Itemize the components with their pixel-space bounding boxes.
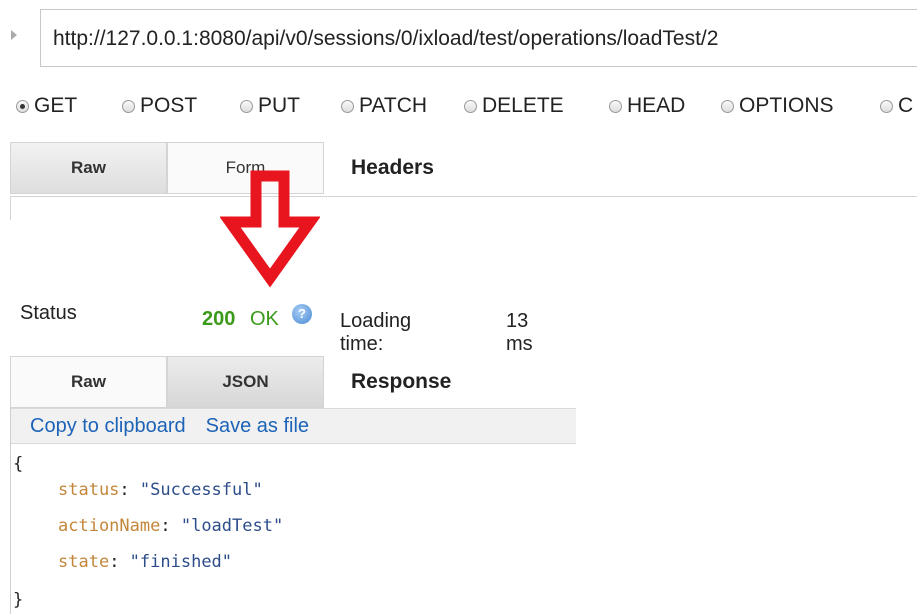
method-connect[interactable]: C	[880, 90, 913, 122]
radio-patch[interactable]	[341, 99, 354, 113]
headers-label: Headers	[351, 156, 434, 179]
copy-to-clipboard-link[interactable]: Copy to clipboard	[30, 415, 186, 438]
json-close-brace: }	[13, 590, 24, 610]
status-label: Status	[20, 302, 77, 324]
response-panel: Copy to clipboard Save as file { status:…	[10, 408, 576, 614]
response-tabbar: Raw JSON Response	[10, 356, 451, 408]
json-field: status: "Successful"	[58, 480, 263, 500]
save-as-file-link[interactable]: Save as file	[206, 415, 309, 438]
method-connect-label: C	[898, 94, 914, 117]
method-head-label: HEAD	[627, 94, 686, 117]
headers-panel[interactable]	[10, 196, 917, 220]
loading-time-label: Loading time:	[340, 310, 412, 355]
method-options-label: OPTIONS	[739, 94, 834, 117]
method-get-label: GET	[34, 94, 78, 117]
method-head[interactable]: HEAD	[609, 90, 685, 122]
radio-head[interactable]	[609, 99, 622, 113]
status-code: 200	[202, 308, 236, 330]
method-delete[interactable]: DELETE	[464, 90, 564, 122]
json-value: "Successful"	[139, 480, 263, 500]
method-put-label: PUT	[258, 94, 300, 117]
radio-connect[interactable]	[880, 99, 893, 113]
json-open-brace: {	[13, 454, 24, 474]
status-text: OK	[250, 308, 279, 330]
json-field: actionName: "loadTest"	[58, 516, 284, 536]
radio-post[interactable]	[122, 99, 135, 113]
method-put[interactable]: PUT	[240, 90, 300, 122]
method-get[interactable]: GET	[16, 90, 77, 122]
method-patch[interactable]: PATCH	[341, 90, 427, 122]
method-options[interactable]: OPTIONS	[721, 90, 834, 122]
json-key: actionName	[58, 516, 161, 536]
json-key: state	[58, 552, 110, 572]
method-post-label: POST	[140, 94, 198, 117]
method-post[interactable]: POST	[122, 90, 197, 122]
tab-request-raw[interactable]: Raw	[10, 142, 167, 194]
radio-delete[interactable]	[464, 99, 477, 113]
loading-time-value: 13 ms	[506, 310, 533, 355]
tab-response-raw[interactable]: Raw	[10, 356, 167, 408]
response-label: Response	[351, 370, 452, 393]
json-value: "loadTest"	[180, 516, 284, 536]
help-icon[interactable]: ?	[292, 304, 312, 324]
radio-get[interactable]	[16, 99, 29, 113]
response-toolbar: Copy to clipboard Save as file	[11, 408, 576, 444]
radio-options[interactable]	[721, 99, 734, 113]
expand-arrow-icon[interactable]	[11, 30, 17, 40]
json-key: status	[58, 480, 120, 500]
url-input[interactable]: http://127.0.0.1:8080/api/v0/sessions/0/…	[40, 9, 917, 67]
tab-response-json[interactable]: JSON	[167, 356, 324, 408]
json-value: "finished"	[129, 552, 233, 572]
json-field: state: "finished"	[58, 552, 233, 572]
method-patch-label: PATCH	[359, 94, 428, 117]
annotation-down-arrow	[220, 170, 320, 288]
radio-put[interactable]	[240, 99, 253, 113]
method-delete-label: DELETE	[482, 94, 564, 117]
